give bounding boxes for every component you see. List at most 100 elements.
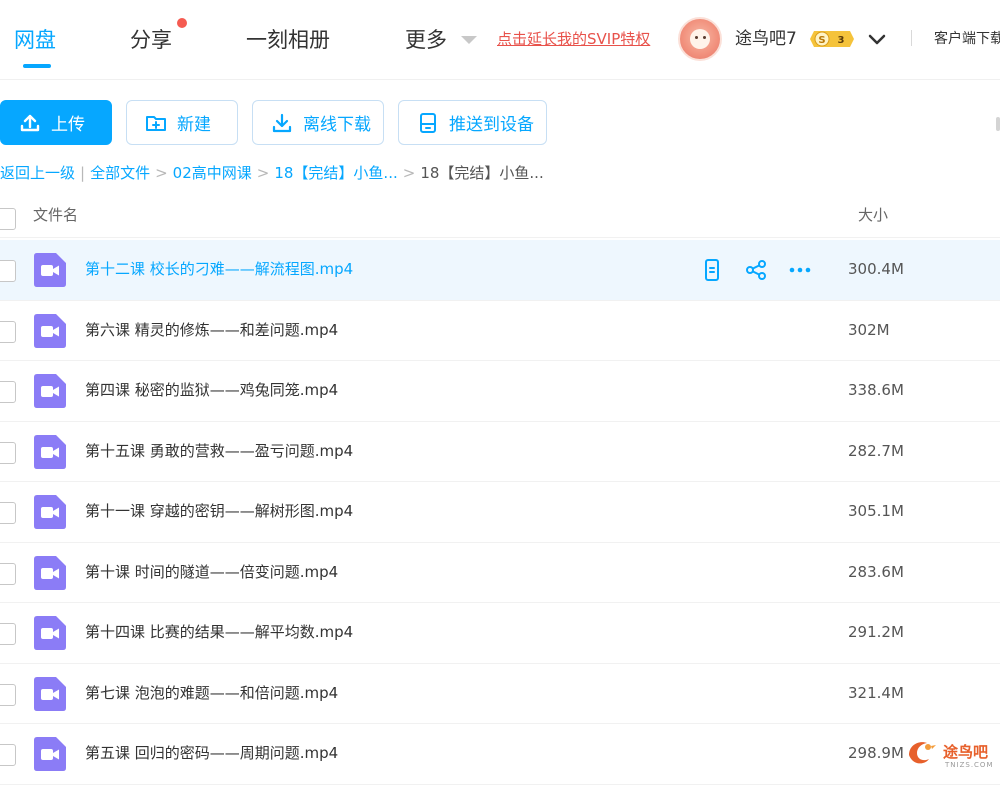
breadcrumb-item-subfolder[interactable]: 18【完结】小鱼... (274, 164, 397, 182)
tab-album[interactable]: 一刻相册 (246, 24, 330, 56)
more-options-icon[interactable] (788, 258, 812, 282)
file-size: 300.4M (848, 260, 904, 278)
new-button[interactable]: 新建 (126, 100, 238, 145)
offline-download-label: 离线下载 (303, 115, 371, 135)
svip-badge-symbol: S (818, 35, 825, 46)
tab-share[interactable]: 分享 (130, 24, 172, 56)
breadcrumb-current: 18【完结】小鱼... (420, 164, 544, 182)
chevron-down-icon[interactable] (866, 28, 888, 50)
file-name[interactable]: 第十二课 校长的刁难——解流程图.mp4 (85, 259, 353, 279)
table-row[interactable]: 第十一课 穿越的密钥——解树形图.mp4 305.1M (0, 482, 1000, 543)
file-size: 298.9M (848, 744, 904, 762)
row-checkbox[interactable] (0, 683, 16, 706)
tab-more[interactable]: 更多 (405, 24, 447, 56)
breadcrumb-separator: > (256, 164, 270, 182)
username[interactable]: 途鸟吧7 (735, 28, 797, 50)
avatar-eye-right (703, 36, 706, 39)
column-header-name[interactable]: 文件名 (33, 205, 78, 225)
bird-logo-icon (909, 742, 936, 764)
scroll-edge-indicator (996, 117, 1000, 131)
file-name[interactable]: 第四课 秘密的监狱——鸡兔同笼.mp4 (85, 380, 338, 400)
video-file-icon (34, 737, 66, 771)
avatar-face (690, 29, 710, 49)
row-checkbox[interactable] (0, 744, 16, 766)
video-file-icon (34, 374, 66, 408)
breadcrumb-item-all-files[interactable]: 全部文件 (90, 164, 150, 182)
video-file-icon (34, 495, 66, 529)
new-folder-icon (146, 115, 166, 131)
video-file-icon (34, 313, 66, 348)
breadcrumb-separator: > (402, 164, 416, 182)
file-size: 283.6M (848, 562, 904, 581)
watermark-text: 途鸟吧 (943, 743, 989, 761)
upload-button[interactable]: 上传 (0, 100, 112, 145)
upload-icon (20, 114, 40, 131)
row-checkbox[interactable] (0, 562, 16, 585)
table-row[interactable]: 第七课 泡泡的难题——和倍问题.mp4 321.4M (0, 664, 1000, 724)
file-name[interactable]: 第十课 时间的隧道——倍变问题.mp4 (85, 562, 338, 582)
file-size: 338.6M (848, 381, 904, 399)
upload-label: 上传 (51, 115, 85, 135)
device-icon (420, 112, 436, 133)
select-all-checkbox[interactable] (0, 208, 16, 230)
breadcrumb-divider: | (80, 164, 86, 182)
watermark-logo: 途鸟吧 TNIZS.COM (905, 735, 997, 769)
file-size: 282.7M (848, 441, 904, 460)
push-to-device-button[interactable]: 推送到设备 (398, 100, 547, 145)
video-file-icon (34, 253, 66, 287)
tab-netdisk[interactable]: 网盘 (14, 24, 56, 56)
table-row[interactable]: 第十二课 校长的刁难——解流程图.mp4 300.4M (0, 240, 1000, 301)
avatar-eye-left (695, 36, 698, 39)
watermark-subtext: TNIZS.COM (945, 761, 994, 769)
new-label: 新建 (177, 115, 211, 135)
nav-divider (911, 30, 912, 46)
file-list: 第十二课 校长的刁难——解流程图.mp4 300.4M 第六课 精灵的修炼——和差问… (0, 240, 1000, 785)
breadcrumb-item-folder[interactable]: 02高中网课 (173, 164, 252, 182)
video-file-icon (34, 616, 66, 650)
file-name[interactable]: 第十四课 比赛的结果——解平均数.mp4 (85, 622, 353, 642)
svip-badge-icon: S 3 (810, 31, 854, 47)
table-row[interactable]: 第四课 秘密的监狱——鸡兔同笼.mp4 338.6M (0, 361, 1000, 422)
row-checkbox[interactable] (0, 441, 16, 464)
row-checkbox[interactable] (0, 502, 16, 524)
svip-level: 3 (838, 35, 845, 46)
avatar[interactable] (678, 17, 722, 61)
svip-renew-link[interactable]: 点击延长我的SVIP特权 (497, 29, 650, 49)
share-icon[interactable] (744, 258, 768, 282)
file-name[interactable]: 第十五课 勇敢的营救——盈亏问题.mp4 (85, 441, 353, 461)
client-download-link[interactable]: 客户端下载 (934, 30, 1000, 48)
table-row[interactable]: 第五课 回归的密码——周期问题.mp4 298.9M (0, 724, 1000, 785)
more-caret-icon[interactable] (461, 36, 477, 44)
table-row[interactable]: 第六课 精灵的修炼——和差问题.mp4 302M (0, 301, 1000, 361)
file-size: 291.2M (848, 623, 904, 641)
file-name[interactable]: 第十一课 穿越的密钥——解树形图.mp4 (85, 501, 353, 521)
breadcrumb-separator: > (155, 164, 168, 182)
table-row[interactable]: 第十四课 比赛的结果——解平均数.mp4 291.2M (0, 603, 1000, 664)
notification-dot (177, 18, 187, 28)
file-name[interactable]: 第六课 精灵的修炼——和差问题.mp4 (85, 320, 338, 340)
active-tab-indicator (23, 64, 51, 68)
row-checkbox[interactable] (0, 623, 16, 645)
column-header-size[interactable]: 大小 (858, 205, 888, 225)
file-size: 302M (848, 320, 890, 339)
row-checkbox[interactable] (0, 381, 16, 403)
download-icon (272, 113, 292, 132)
row-actions (700, 258, 832, 282)
row-checkbox[interactable] (0, 260, 16, 282)
file-size: 321.4M (848, 683, 904, 702)
file-name[interactable]: 第五课 回归的密码——周期问题.mp4 (85, 743, 338, 763)
breadcrumb-back[interactable]: 返回上一级 (0, 164, 75, 182)
offline-download-button[interactable]: 离线下载 (252, 100, 384, 145)
video-file-icon (34, 555, 66, 590)
breadcrumb: 返回上一级 | 全部文件 >02高中网课 >18【完结】小鱼... >18【完结】小鱼..… (0, 163, 544, 183)
file-size: 305.1M (848, 502, 904, 520)
file-name[interactable]: 第七课 泡泡的难题——和倍问题.mp4 (85, 683, 338, 703)
video-file-icon (34, 434, 66, 469)
table-row[interactable]: 第十五课 勇敢的营救——盈亏问题.mp4 282.7M (0, 422, 1000, 482)
table-header: 文件名 大小 (0, 198, 1000, 238)
top-navigation: 网盘 分享 一刻相册 更多 点击延长我的SVIP特权 途鸟吧7 S 3 客户端下… (0, 0, 1000, 80)
row-checkbox[interactable] (0, 320, 16, 343)
video-file-icon (34, 676, 66, 711)
send-to-phone-icon[interactable] (700, 258, 724, 282)
table-row[interactable]: 第十课 时间的隧道——倍变问题.mp4 283.6M (0, 543, 1000, 603)
